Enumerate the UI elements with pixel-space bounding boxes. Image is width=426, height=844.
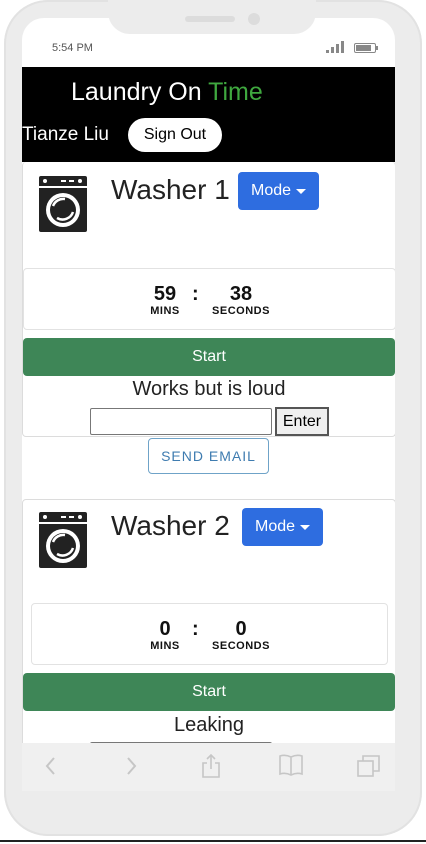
- mode-dropdown-button[interactable]: Mode: [238, 172, 319, 210]
- tabs-icon[interactable]: [356, 753, 382, 779]
- brand-accent-text: Time: [208, 78, 263, 106]
- timer-minutes-label: MINS: [150, 640, 180, 652]
- countdown-timer: 0 MINS : 0 SECONDS: [31, 603, 388, 665]
- caret-down-icon: [300, 524, 311, 530]
- status-time: 5:54 PM: [52, 42, 93, 54]
- front-camera: [248, 13, 260, 25]
- mode-label: Mode: [254, 518, 296, 535]
- browser-toolbar: [22, 743, 395, 791]
- mode-dropdown-button[interactable]: Mode: [242, 508, 323, 546]
- timer-seconds-label: SECONDS: [212, 640, 270, 652]
- timer-separator: :: [192, 283, 199, 305]
- timer-minutes-label: MINS: [150, 305, 180, 317]
- battery-icon: [354, 43, 376, 53]
- washer-title: Washer 1: [111, 174, 230, 205]
- battery-tip: [376, 46, 378, 50]
- bookmarks-icon[interactable]: [278, 753, 304, 777]
- timer-seconds: 0: [235, 618, 247, 640]
- timer-minutes: 0: [159, 618, 171, 640]
- start-button[interactable]: Start: [23, 673, 395, 711]
- app-viewport: Laundry On Time Tianze Liu Sign Out Wash…: [22, 67, 395, 743]
- forward-icon[interactable]: [122, 753, 140, 779]
- start-button[interactable]: Start: [23, 338, 395, 376]
- washer-card: Washer 1 Mode 59 MINS : 38 SECONDS Start…: [22, 162, 395, 437]
- signal-icon: [326, 41, 344, 53]
- divider: [0, 840, 426, 842]
- caret-down-icon: [296, 188, 307, 194]
- washer-note: Works but is loud: [132, 378, 286, 400]
- enter-button[interactable]: Enter: [275, 407, 329, 436]
- send-email-button[interactable]: SEND EMAIL: [148, 438, 269, 474]
- sign-out-button[interactable]: Sign Out: [128, 118, 222, 152]
- washer-card: Washer 2 Mode 0 MINS : 0 SECONDS Start L…: [22, 499, 395, 743]
- timer-seconds-label: SECONDS: [212, 305, 270, 317]
- brand-text: Laundry On: [71, 78, 202, 106]
- back-icon[interactable]: [42, 753, 60, 779]
- timer-separator: :: [192, 618, 199, 640]
- top-navbar: Laundry On Time Tianze Liu Sign Out: [22, 67, 395, 162]
- washing-machine-icon: [39, 176, 87, 232]
- washer-note: Leaking: [173, 714, 245, 736]
- app-brand[interactable]: Laundry On Time: [71, 78, 263, 107]
- washer-title: Washer 2: [111, 510, 230, 541]
- mode-label: Mode: [250, 182, 292, 199]
- washing-machine-icon: [39, 512, 87, 568]
- timer-minutes: 59: [153, 283, 177, 305]
- share-icon[interactable]: [200, 753, 222, 779]
- countdown-timer: 59 MINS : 38 SECONDS: [23, 268, 395, 330]
- user-name: Tianze Liu: [22, 124, 109, 145]
- timer-seconds: 38: [229, 283, 253, 305]
- note-input[interactable]: [90, 408, 272, 435]
- speaker-grille: [185, 16, 235, 22]
